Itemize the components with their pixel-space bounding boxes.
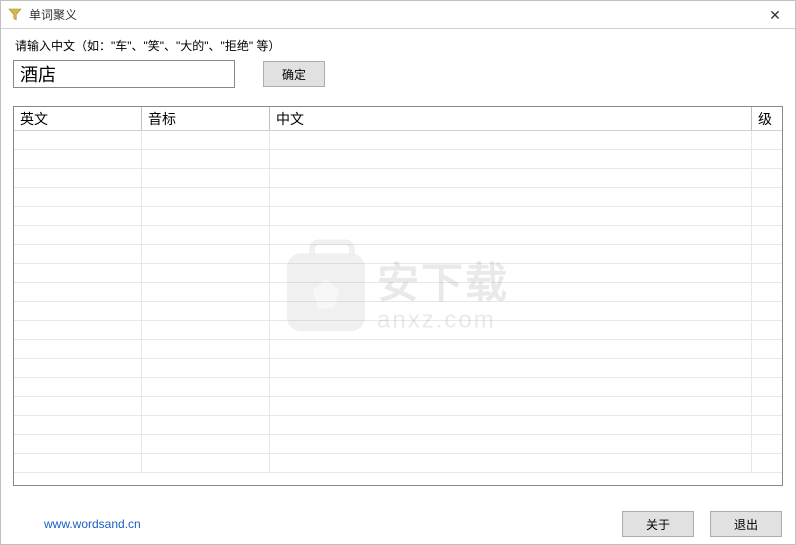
table-row[interactable] (14, 397, 782, 416)
funnel-icon (7, 7, 23, 23)
confirm-button[interactable]: 确定 (263, 61, 325, 87)
table-row[interactable] (14, 188, 782, 207)
col-header-english[interactable]: 英文 (14, 107, 142, 130)
window-title: 单词聚义 (29, 6, 77, 23)
input-row: 确定 (13, 60, 783, 88)
table-row[interactable] (14, 131, 782, 150)
table-row[interactable] (14, 454, 782, 473)
table-row[interactable] (14, 416, 782, 435)
titlebar: 单词聚义 ✕ (1, 1, 795, 29)
table-row[interactable] (14, 245, 782, 264)
results-table: 英文 音标 中文 级 安下 (13, 106, 783, 486)
table-body (14, 131, 782, 485)
table-header: 英文 音标 中文 级 (14, 107, 782, 131)
col-header-level[interactable]: 级 (752, 107, 782, 130)
exit-button[interactable]: 退出 (710, 511, 782, 537)
col-header-chinese[interactable]: 中文 (270, 107, 752, 130)
close-button[interactable]: ✕ (755, 1, 795, 29)
chinese-input[interactable] (13, 60, 235, 88)
footer-buttons: 关于 退出 (622, 511, 782, 537)
table-row[interactable] (14, 378, 782, 397)
table-row[interactable] (14, 226, 782, 245)
prompt-label: 请输入中文（如："车"、"笑"、"大的"、"拒绝" 等） (13, 37, 783, 54)
website-link[interactable]: www.wordsand.cn (44, 517, 141, 531)
table-row[interactable] (14, 340, 782, 359)
table-row[interactable] (14, 283, 782, 302)
content-area: 请输入中文（如："车"、"笑"、"大的"、"拒绝" 等） 确定 英文 音标 中文… (1, 29, 795, 486)
table-row[interactable] (14, 150, 782, 169)
about-button[interactable]: 关于 (622, 511, 694, 537)
close-icon: ✕ (769, 7, 781, 24)
table-row[interactable] (14, 302, 782, 321)
table-row[interactable] (14, 207, 782, 226)
table-row[interactable] (14, 264, 782, 283)
col-header-phonetic[interactable]: 音标 (142, 107, 270, 130)
table-row[interactable] (14, 435, 782, 454)
table-row[interactable] (14, 359, 782, 378)
footer: www.wordsand.cn 关于 退出 (0, 511, 796, 537)
table-row[interactable] (14, 169, 782, 188)
table-row[interactable] (14, 321, 782, 340)
